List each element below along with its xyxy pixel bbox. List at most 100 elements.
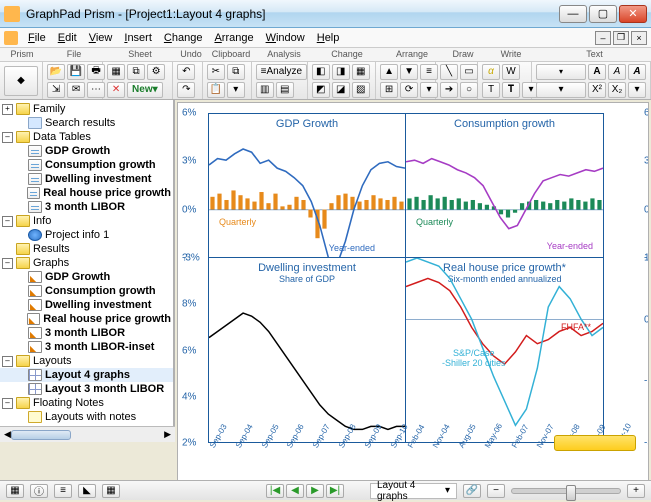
mdi-restore-button[interactable]: ❐ (613, 31, 629, 45)
tree-project-info[interactable]: Project info 1 (0, 228, 173, 242)
sheet-delete-button[interactable]: ✕ (107, 82, 125, 98)
sheet-new-button[interactable]: ▦ (107, 64, 125, 80)
change-4-button[interactable]: ◩ (312, 82, 330, 98)
menu-file[interactable]: File (22, 30, 52, 46)
text-more-button[interactable]: ▾ (628, 82, 646, 98)
nav-last-button[interactable]: ▶| (326, 484, 344, 498)
copy-button[interactable]: ⧉ (227, 64, 245, 80)
layout-canvas[interactable]: 6%3%0%-3% 6%3%0%-3% ?8%6%4%2% 15%0%-15%-… (177, 102, 649, 482)
page-name-field[interactable]: Layout 4 graphs▾ (370, 483, 457, 499)
file-export-button[interactable]: ⇲ (47, 82, 65, 98)
draw-line-button[interactable]: ╲ (440, 64, 458, 80)
menu-window[interactable]: Window (260, 30, 311, 46)
nav-first-button[interactable]: |◀ (266, 484, 284, 498)
prism-button[interactable]: ◆ (4, 66, 38, 96)
status-graphs-button[interactable]: ◣ (78, 484, 96, 498)
tree-gr-1[interactable]: Consumption growth (0, 284, 173, 298)
change-3-button[interactable]: ▦ (352, 64, 370, 80)
write-text2-button[interactable]: 𝐓 (502, 82, 520, 98)
tree-family[interactable]: +Family (0, 102, 173, 116)
nav-next-button[interactable]: ▶ (306, 484, 324, 498)
menu-help[interactable]: Help (311, 30, 346, 46)
analysis-b-button[interactable]: ▤ (276, 82, 294, 98)
status-layouts-button[interactable]: ▦ (102, 484, 120, 498)
file-send-button[interactable]: ✉ (67, 82, 85, 98)
mdi-close-button[interactable]: × (631, 31, 647, 45)
menu-view[interactable]: View (83, 30, 119, 46)
tree-floating-notes[interactable]: –Floating Notes (0, 396, 173, 410)
change-6-button[interactable]: ▨ (352, 82, 370, 98)
tree-info[interactable]: –Info (0, 214, 173, 228)
tree-ly-1[interactable]: Layout 3 month LIBOR (0, 382, 173, 396)
tree-toggle[interactable]: – (2, 398, 13, 409)
zoom-out-button[interactable]: − (487, 484, 505, 498)
status-tables-button[interactable]: ▦ (6, 484, 24, 498)
arrange-rot-button[interactable]: ⟳ (400, 82, 418, 98)
text-size-button[interactable]: ▾ (536, 82, 586, 98)
zoom-slider[interactable] (511, 488, 621, 494)
chart-house-price-growth[interactable]: Real house price growth* Six-month ended… (406, 258, 603, 442)
chart-gdp-growth[interactable]: GDP Growth Quarterly Year-ended (209, 114, 406, 258)
write-text-button[interactable]: T (482, 82, 500, 98)
tree-gr-5[interactable]: 3 month LIBOR-inset (0, 340, 173, 354)
floating-note-icon[interactable] (554, 435, 636, 451)
write-alpha-button[interactable]: α (482, 64, 500, 80)
tree-gr-2[interactable]: Dwelling investment (0, 298, 173, 312)
analyze-button[interactable]: ≡ Analyze (256, 64, 307, 80)
file-save-button[interactable]: 💾 (67, 64, 85, 80)
paste-button[interactable]: 📋 (207, 82, 225, 98)
tree-dt-1[interactable]: Consumption growth (0, 158, 173, 172)
mdi-minimize-button[interactable]: – (595, 31, 611, 45)
sheet-dup-button[interactable]: ⧉ (127, 64, 145, 80)
tree-dt-3[interactable]: Real house price growth (0, 186, 173, 200)
tree-graphs[interactable]: –Graphs (0, 256, 173, 270)
tree-gr-3[interactable]: Real house price growth (0, 312, 173, 326)
text-bold-button[interactable]: A (588, 64, 606, 80)
change-2-button[interactable]: ◨ (332, 64, 350, 80)
status-results-button[interactable]: ≡ (54, 484, 72, 498)
tree-results[interactable]: Results (0, 242, 173, 256)
tree-toggle[interactable]: – (2, 258, 13, 269)
status-info-button[interactable]: ⓘ (30, 484, 48, 498)
tree-gr-0[interactable]: GDP Growth (0, 270, 173, 284)
draw-circle-button[interactable]: ○ (460, 82, 478, 98)
undo-button[interactable]: ↶ (177, 64, 195, 80)
tree-layouts[interactable]: –Layouts (0, 354, 173, 368)
tree-toggle[interactable]: – (2, 216, 13, 227)
close-button[interactable]: ✕ (619, 5, 647, 23)
change-1-button[interactable]: ◧ (312, 64, 330, 80)
tree-layouts-notes[interactable]: Layouts with notes (0, 410, 173, 424)
write-w-button[interactable]: W (502, 64, 520, 80)
file-open-button[interactable]: 📂 (47, 64, 65, 80)
text-italic-button[interactable]: A (608, 64, 626, 80)
arrange-back-button[interactable]: ▼ (400, 64, 418, 80)
redo-button[interactable]: ↷ (177, 82, 195, 98)
chart-dwelling-investment[interactable]: Dwelling investment Share of GDP (209, 258, 406, 442)
link-button[interactable]: 🔗 (463, 484, 481, 498)
tree-toggle[interactable]: – (2, 356, 13, 367)
tree-toggle[interactable]: – (2, 132, 13, 143)
tree-toggle[interactable]: + (2, 104, 13, 115)
text-font-button[interactable]: ▾ (536, 64, 586, 80)
cut-button[interactable]: ✂ (207, 64, 225, 80)
nav-prev-button[interactable]: ◀ (286, 484, 304, 498)
change-5-button[interactable]: ◪ (332, 82, 350, 98)
maximize-button[interactable]: ▢ (589, 5, 617, 23)
sheet-opt-button[interactable]: ⚙ (147, 64, 165, 80)
menu-change[interactable]: Change (158, 30, 209, 46)
text-sup-button[interactable]: X² (588, 82, 606, 98)
clip-opt-button[interactable]: ▾ (227, 82, 245, 98)
tree-data-tables[interactable]: –Data Tables (0, 130, 173, 144)
draw-arrow-button[interactable]: ➔ (440, 82, 458, 98)
tree-dt-0[interactable]: GDP Growth (0, 144, 173, 158)
arrange-group-button[interactable]: ⊞ (380, 82, 398, 98)
zoom-in-button[interactable]: + (627, 484, 645, 498)
text-bolditalic-button[interactable]: A (628, 64, 646, 80)
menu-edit[interactable]: Edit (52, 30, 83, 46)
text-sub-button[interactable]: X₂ (608, 82, 626, 98)
tree-ly-0[interactable]: Layout 4 graphs (0, 368, 173, 382)
sheet-new-dropdown[interactable]: New ▾ (127, 82, 163, 98)
menu-arrange[interactable]: Arrange (208, 30, 259, 46)
arrange-front-button[interactable]: ▲ (380, 64, 398, 80)
tree-gr-4[interactable]: 3 month LIBOR (0, 326, 173, 340)
